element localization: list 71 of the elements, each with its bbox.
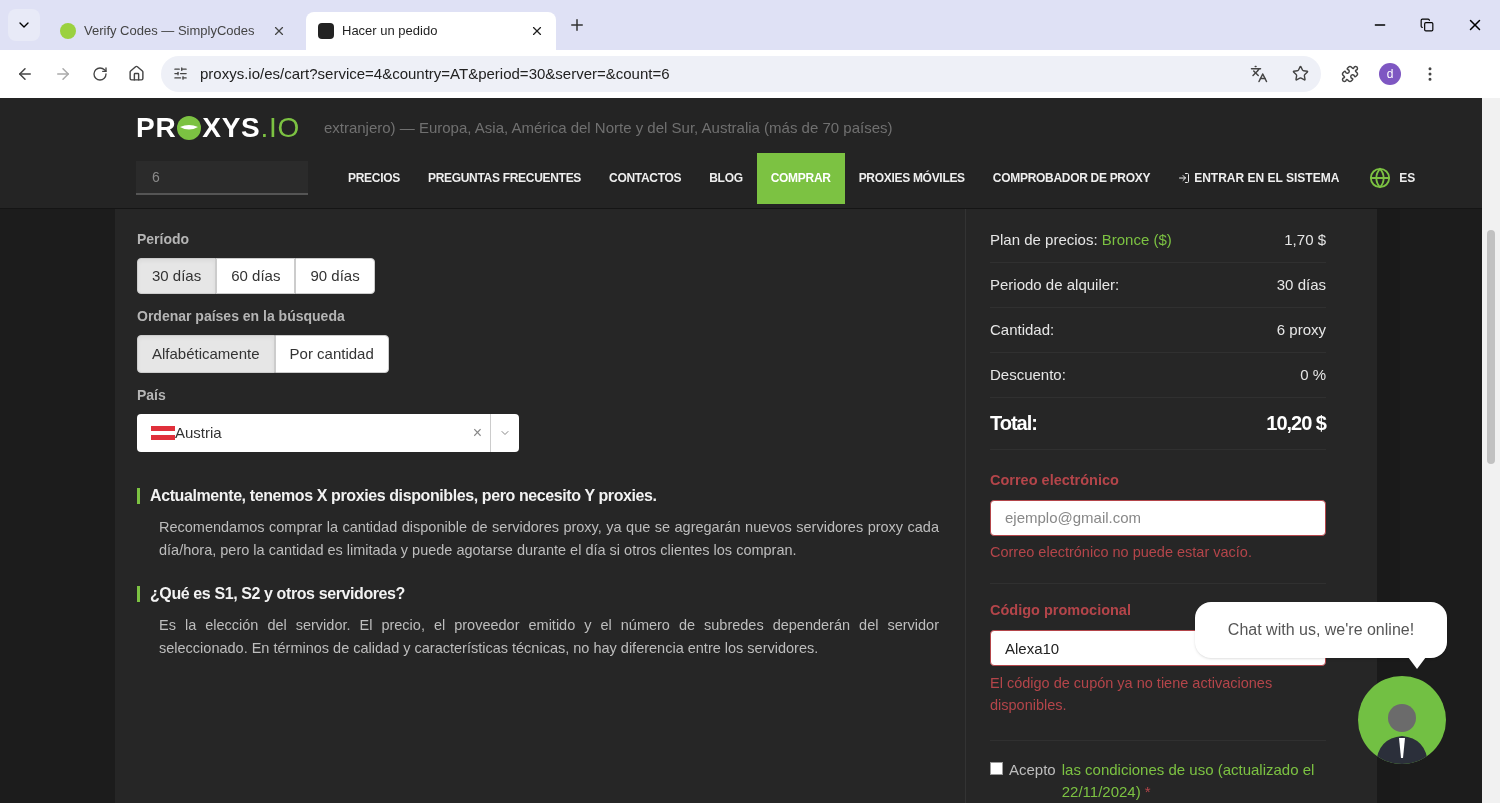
promo-label: Código promocional (990, 601, 1132, 621)
promo-error: El código de cupón ya no tiene activaciones disponibles. (990, 674, 1274, 715)
site-info-icon[interactable] (173, 66, 188, 82)
summary-label: Total: (990, 411, 1037, 437)
backdrop-text: extranjero) — Europa, Asia, América del Norte y del Sur, Australia (más de 70 países) (323, 117, 893, 138)
summary-label: Plan de precios: Bronce ($) (990, 229, 1172, 250)
terms-link[interactable]: las condiciones de uso (actualizado el 22/11/2024) * (1061, 759, 1326, 803)
faq-answer: Es la elección del servidor. El precio, el proveedor emitido y el número de subredes dependerán del servidor seleccionado. En términos de calidad y características técnicas, no hay diferencia entre los servidores. (158, 615, 939, 658)
login-icon (1178, 172, 1191, 185)
nav-link[interactable]: BLOG (695, 152, 757, 204)
tab-favicon-icon (318, 23, 334, 39)
email-field[interactable]: ejemplo@gmail.com (990, 499, 1326, 536)
period-label: Período (137, 229, 191, 249)
email-label: Correo electrónico (990, 470, 1120, 490)
period-option[interactable]: 30 días (137, 257, 217, 294)
country-select[interactable]: Austria × (137, 413, 519, 452)
accent-bar (137, 487, 140, 504)
restore-icon[interactable] (1420, 18, 1434, 32)
summary-value: 1,70 $ (1284, 229, 1326, 250)
home-icon[interactable] (128, 65, 145, 83)
faq-question: ¿Qué es S1, S2 y otros servidores? (150, 583, 405, 604)
new-tab-icon[interactable] (568, 16, 586, 34)
translate-icon[interactable] (1250, 64, 1268, 83)
summary-value: 6 proxy (1276, 319, 1326, 340)
extensions-icon[interactable] (1341, 64, 1359, 83)
terms-text: Acepto (1009, 760, 1056, 780)
proxys-logo[interactable]: PR XYS.IO (136, 106, 300, 149)
close-tab-icon[interactable] (530, 24, 544, 38)
language-switch[interactable]: ES (1369, 152, 1416, 204)
sort-option[interactable]: Alfabéticamente (137, 334, 275, 373)
address-bar[interactable]: proxys.io/es/cart?service=4&country=AT&period=30&server=&count=6 (161, 55, 1321, 92)
terms-checkbox[interactable] (990, 762, 1003, 775)
tab-list-button[interactable] (8, 9, 40, 41)
country-label: País (137, 385, 167, 405)
faq-question: Actualmente, tenemos X proxies disponibles, pero necesito Y proxies. (150, 485, 657, 506)
nav-link[interactable]: COMPROBADOR DE PROXY (978, 152, 1165, 204)
chat-tooltip[interactable]: Chat with us, we're online! (1195, 601, 1447, 658)
mask-icon (176, 114, 203, 141)
browser-tab[interactable]: Hacer un pedido (306, 12, 556, 50)
url-text: proxys.io/es/cart?service=4&country=AT&period=30&server=&count=6 (200, 63, 671, 84)
summary-value: 10,20 $ (1266, 411, 1326, 437)
period-option[interactable]: 60 días (216, 257, 296, 294)
summary-label: Cantidad: (990, 319, 1055, 340)
clear-selection[interactable]: × (464, 420, 490, 445)
nav-link[interactable]: PROXIES MÓVILES (844, 152, 979, 204)
tab-title: Hacer un pedido (342, 22, 439, 41)
email-error: Correo electrónico no puede estar vacío. (990, 542, 1253, 562)
accent-bar (137, 585, 140, 602)
period-option[interactable]: 90 días (295, 257, 375, 294)
austria-flag-icon (151, 425, 175, 440)
summary-value: 30 días (1276, 274, 1326, 295)
sort-option[interactable]: Por cantidad (274, 334, 389, 373)
summary-value: 0 % (1300, 364, 1326, 385)
login-link[interactable]: ENTRAR EN EL SISTEMA (1164, 152, 1354, 204)
nav-link[interactable]: CONTACTOS (595, 152, 696, 204)
faq-answer: Recomendamos comprar la cantidad disponible de servidores proxy, ya que se agregarán nuevos servidores proxy cada día/hora, pero la cantidad es limitada y puede agotarse durante el día si otros clientes los compran. (158, 517, 939, 560)
nav-link[interactable]: PREGUNTAS FRECUENTES (413, 152, 596, 204)
summary-label: Periodo de alquiler: (990, 274, 1120, 295)
bookmark-star-icon[interactable] (1292, 65, 1309, 83)
globe-icon (1369, 167, 1392, 190)
close-tab-icon[interactable] (272, 24, 286, 38)
reload-icon[interactable] (92, 65, 108, 82)
backdrop-field: 6 (136, 161, 308, 196)
tab-favicon-icon (60, 23, 76, 39)
profile-avatar[interactable]: d (1379, 62, 1401, 85)
sort-label: Ordenar países en la búsqueda (137, 306, 346, 326)
browser-tab[interactable]: Verify Codes — SimplyCodes (48, 12, 298, 50)
tab-title: Verify Codes — SimplyCodes (84, 22, 256, 41)
summary-label: Descuento: (990, 364, 1066, 385)
country-value: Austria (175, 422, 223, 443)
nav-link[interactable]: PRECIOS (334, 152, 414, 204)
